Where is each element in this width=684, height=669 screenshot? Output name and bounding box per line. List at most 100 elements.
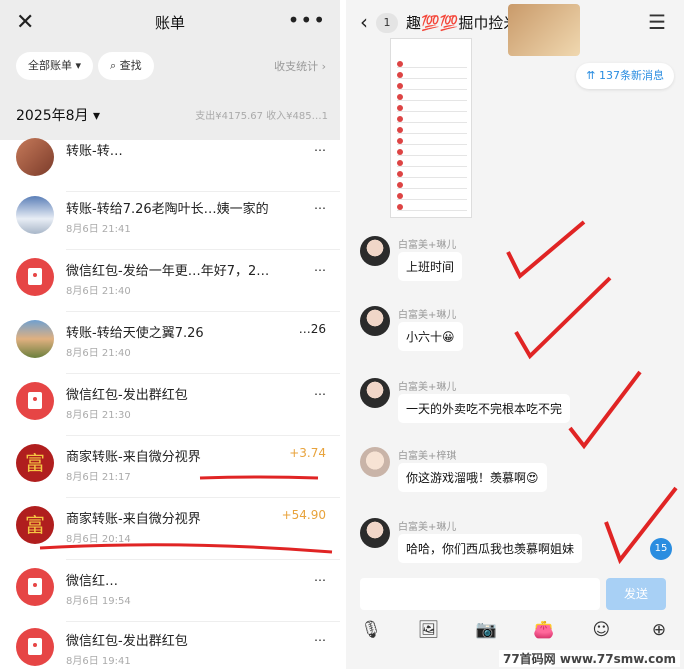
transaction-amount: … — [314, 260, 326, 274]
message-bubble[interactable]: 上班时间 — [398, 252, 463, 281]
more-icon[interactable]: ••• — [288, 8, 326, 32]
transaction-date: 8月6日 21:17 — [66, 472, 131, 483]
merchant-avatar: 富 — [16, 506, 54, 544]
thumbnail-row — [397, 111, 467, 112]
transaction-date: 8月6日 21:40 — [66, 286, 131, 297]
contact-avatar — [16, 320, 54, 358]
transaction-amount: +54.90 — [281, 508, 326, 522]
sender-name: 白富美+梓琪 — [398, 451, 457, 462]
thumbnail-dot — [397, 72, 403, 78]
thumbnail-dot — [397, 83, 403, 89]
sender-name: 白富美+琳儿 — [398, 522, 457, 533]
transaction-date: 8月6日 21:41 — [66, 224, 131, 235]
sender-name: 白富美+琳儿 — [398, 382, 457, 393]
camera-icon[interactable]: 📷 — [475, 620, 497, 640]
double-up-arrow-icon: ⇈ — [586, 69, 599, 82]
transaction-amount: … — [314, 198, 326, 212]
toolbar-icons: 🎙 🖼 📷 👛 ☺ ⊕ — [360, 620, 670, 640]
transaction-title: 商家转账-来自微分视界 — [66, 512, 201, 527]
month-summary: 支出¥4175.67 收入¥485…1 — [195, 111, 328, 122]
transaction-amount: …26 — [298, 322, 326, 336]
menu-icon[interactable]: ☰ — [648, 10, 666, 34]
sender-avatar[interactable] — [360, 518, 390, 548]
transaction-row[interactable]: 富 商家转账-来自微分视界 8月6日 20:14 +54.90 — [0, 498, 340, 560]
fu-char: 富 — [25, 513, 45, 537]
message-bubble[interactable]: 哈哈，你们西瓜我也羡慕啊姐妹 — [398, 534, 583, 563]
thumbnail-dot — [397, 94, 403, 100]
transaction-title: 转账-转给天使之翼7.26 — [66, 326, 204, 341]
thumbnail-dot — [397, 204, 403, 210]
chat-message: 白富美+琳儿 小六十😀 — [346, 306, 684, 376]
contact-avatar — [16, 196, 54, 234]
thumbnail-row — [397, 155, 467, 156]
search-icon: ⌕ — [110, 59, 120, 72]
image-icon[interactable]: 🖼 — [418, 620, 440, 640]
thumbnail-dot — [397, 105, 403, 111]
red-envelope-avatar — [16, 382, 54, 420]
filter-all-button[interactable]: 全部账单 ▾ — [16, 52, 94, 80]
transaction-date: 8月6日 19:54 — [66, 596, 131, 607]
unread-count-badge: 1 — [376, 13, 398, 33]
thumbnail-row — [397, 199, 467, 200]
transaction-row[interactable]: 微信红包-发给一年更…年好7，2… 8月6日 21:40… — [0, 250, 340, 312]
chat-panel: ‹ 1 趣💯💯掘巾捡米🐤 ☰ ⇈ 137条新消息 白富美+琳儿 上班时间 白富美+琳… — [346, 0, 684, 669]
red-envelope-icon — [28, 268, 42, 285]
transaction-row[interactable]: 转账-转…… — [0, 130, 340, 192]
watermark: 77首码网 www.77smw.com — [498, 650, 680, 667]
sender-avatar[interactable] — [360, 306, 390, 336]
message-bubble[interactable]: 你这游戏溜哦！羡慕啊😍 — [398, 463, 547, 492]
chat-message: 白富美+梓琪 你这游戏溜哦！羡慕啊😍 — [346, 447, 684, 517]
back-icon[interactable]: ‹ — [360, 10, 368, 34]
sender-name: 白富美+琳儿 — [398, 310, 457, 321]
screenshot-thumbnail[interactable] — [390, 38, 472, 218]
red-envelope-icon — [28, 578, 42, 595]
thumbnail-row — [397, 144, 467, 145]
sender-avatar[interactable] — [360, 236, 390, 266]
transaction-row[interactable]: 转账-转给天使之翼7.26 8月6日 21:40 …26 — [0, 312, 340, 374]
transaction-title: 转账-转给7.26老陶叶长…姨一家的 — [66, 202, 269, 217]
message-bubble[interactable]: 一天的外卖吃不完根本吃不完 — [398, 394, 571, 423]
transaction-title: 微信红包-发出群红包 — [66, 634, 188, 649]
red-envelope-avatar — [16, 568, 54, 606]
thumbnail-row — [397, 122, 467, 123]
bill-header: ✕ 账单 ••• 全部账单 ▾ ⌕ 查找 收支统计 › 2025年8月 ▾ 支出… — [0, 0, 340, 140]
new-messages-button[interactable]: ⇈ 137条新消息 — [576, 63, 674, 89]
transaction-row[interactable]: 微信红包-发出群红包 8月6日 19:41… — [0, 620, 340, 669]
thumbnail-dot — [397, 160, 403, 166]
plus-icon[interactable]: ⊕ — [648, 620, 670, 640]
mic-icon[interactable]: 🎙 — [360, 620, 382, 640]
transaction-title: 商家转账-来自微分视界 — [66, 450, 201, 465]
thumbnail-row — [397, 166, 467, 167]
transaction-date: 8月6日 21:40 — [66, 348, 131, 359]
emoji-icon[interactable]: ☺ — [590, 620, 612, 640]
chat-message: 白富美+琳儿 上班时间 — [346, 236, 684, 306]
thumbnail-row — [397, 188, 467, 189]
transaction-title: 转账-转… — [66, 144, 123, 159]
month-selector[interactable]: 2025年8月 ▾ — [16, 105, 100, 125]
red-envelope-icon — [28, 638, 42, 655]
thumbnail-row — [397, 67, 467, 68]
message-input[interactable] — [360, 578, 600, 610]
transaction-row[interactable]: 富 商家转账-来自微分视界 8月6日 21:17 +3.74 — [0, 436, 340, 498]
transaction-date: 8月6日 19:41 — [66, 656, 131, 667]
red-envelope-avatar — [16, 628, 54, 666]
message-bubble[interactable]: 小六十😀 — [398, 322, 463, 351]
sender-name: 白富美+琳儿 — [398, 240, 457, 251]
contact-avatar — [16, 138, 54, 176]
send-button[interactable]: 发送 — [606, 578, 666, 610]
transaction-title: 微信红… — [66, 574, 119, 589]
search-button[interactable]: ⌕ 查找 — [98, 52, 154, 80]
sender-avatar[interactable] — [360, 447, 390, 477]
stats-link[interactable]: 收支统计 › — [274, 58, 326, 74]
wallet-icon[interactable]: 👛 — [533, 620, 555, 640]
transaction-row[interactable]: 转账-转给7.26老陶叶长…姨一家的 8月6日 21:41 … — [0, 188, 340, 250]
transaction-row[interactable]: 微信红… 8月6日 19:54… — [0, 560, 340, 622]
thumbnail-row — [397, 100, 467, 101]
transaction-row[interactable]: 微信红包-发出群红包 8月6日 21:30… — [0, 374, 340, 436]
transaction-date: 8月6日 20:14 — [66, 534, 131, 545]
transaction-title: 微信红包-发出群红包 — [66, 388, 188, 403]
unread-badge[interactable]: 15 — [650, 538, 672, 560]
transaction-amount: … — [314, 384, 326, 398]
sender-avatar[interactable] — [360, 378, 390, 408]
fu-char: 富 — [25, 451, 45, 475]
